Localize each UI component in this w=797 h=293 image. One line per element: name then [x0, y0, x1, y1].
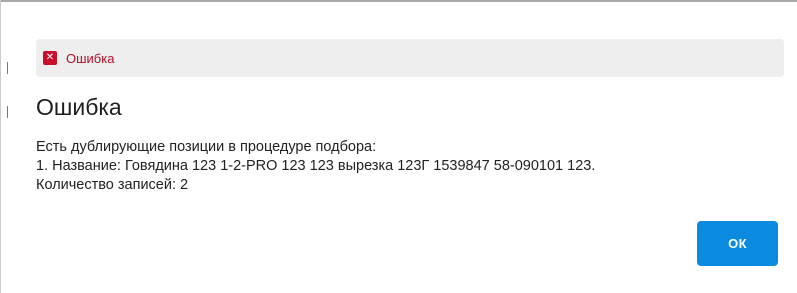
page: ✕ Ошибка Ошибка Есть дублирующие позиции…	[0, 0, 797, 293]
dialog-message: Есть дублирующие позиции в процедуре под…	[36, 138, 776, 195]
message-line: 1. Название: Говядина 123 1-2-PRO 123 12…	[36, 158, 596, 174]
ok-button[interactable]: ОК	[697, 221, 778, 266]
close-icon: ✕	[43, 51, 57, 65]
message-line: Есть дублирующие позиции в процедуре под…	[36, 139, 377, 155]
error-banner-text: Ошибка	[66, 50, 115, 66]
error-dialog: ✕ Ошибка Ошибка Есть дублирующие позиции…	[0, 2, 797, 293]
dialog-title: Ошибка	[36, 94, 122, 120]
error-banner: ✕ Ошибка	[36, 39, 784, 77]
message-line: Количество записей: 2	[36, 177, 189, 193]
